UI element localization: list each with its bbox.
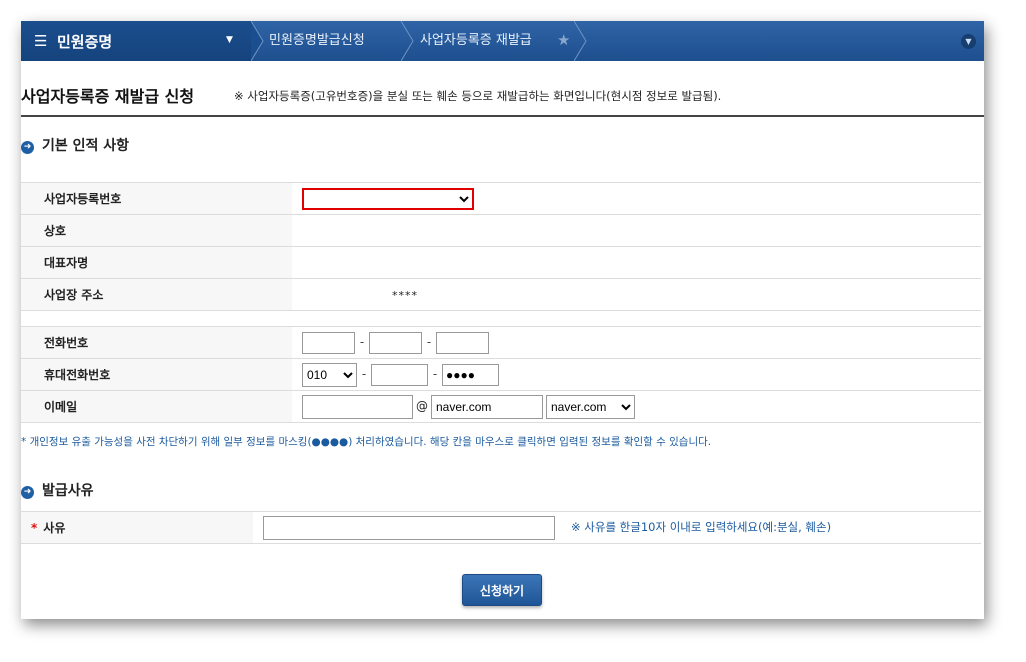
basic-info-table: 사업자등록번호 상호 대표자명 사업장 주소 **** <box>21 182 981 311</box>
reason-input[interactable] <box>263 515 555 540</box>
reason-label-cell: * 사유 <box>21 511 253 544</box>
breadcrumb-item-civil-apply[interactable]: 민원증명발급신청 <box>269 21 365 61</box>
section-heading-basic: ➜ 기본 인적 사항 <box>21 135 129 155</box>
phone-part1-input[interactable] <box>302 331 355 354</box>
dash: - <box>361 367 367 381</box>
table-row: 사업자등록번호 <box>21 182 981 215</box>
bizno-select[interactable] <box>302 187 474 210</box>
arrow-bullet-icon: ➜ <box>21 486 34 499</box>
mobile-cell: 010 - - <box>292 358 981 391</box>
page-title-row: 사업자등록증 재발급 신청 ※ 사업자등록증(고유번호증)을 분실 또는 훼손 … <box>21 81 984 117</box>
reason-table: * 사유 ※ 사유를 한글10자 이내로 입력하세요(예:분실, 훼손) <box>21 511 981 544</box>
ceo-label: 대표자명 <box>21 246 292 279</box>
phone-part2-input[interactable] <box>369 331 422 354</box>
at-sign: @ <box>416 399 428 413</box>
page-description: ※ 사업자등록증(고유번호증)을 분실 또는 훼손 등으로 재발급하는 화면입니… <box>234 89 722 103</box>
address-cell: **** <box>292 278 981 311</box>
contact-table: 전화번호 -- 휴대전화번호 010 -- 이메일 @ naver.com <box>21 326 981 423</box>
dash: - <box>426 335 432 349</box>
reason-cell: ※ 사유를 한글10자 이내로 입력하세요(예:분실, 훼손) <box>253 511 981 544</box>
expand-icon[interactable]: ▼ <box>961 34 976 49</box>
reason-label: 사유 <box>43 521 66 535</box>
table-row: 휴대전화번호 010 - - <box>21 358 981 391</box>
mobile-prefix-select[interactable]: 010 <box>302 362 357 387</box>
top-nav-bar: ☰ 민원증명 ▼ 민원증명발급신청 사업자등록증 재발급 ★ ▼ <box>21 21 984 61</box>
window: ☰ 민원증명 ▼ 민원증명발급신청 사업자등록증 재발급 ★ ▼ 사업자등록증 … <box>21 21 984 619</box>
required-mark: * <box>31 521 38 535</box>
table-row: 이메일 @ naver.com <box>21 390 981 423</box>
arrow-bullet-icon: ➜ <box>21 141 34 154</box>
email-label: 이메일 <box>21 390 292 423</box>
masking-notice: * 개인정보 유출 가능성을 사전 차단하기 위해 일부 정보를 마스킹(●●●… <box>21 436 712 448</box>
table-row: 전화번호 -- <box>21 326 981 359</box>
ceo-value <box>292 246 981 279</box>
menu-dropdown[interactable]: ☰ 민원증명 ▼ <box>21 21 251 61</box>
reason-hint: ※ 사유를 한글10자 이내로 입력하세요(예:분실, 훼손) <box>571 520 832 534</box>
email-cell: @ naver.com <box>292 390 981 423</box>
mobile-mid-input[interactable] <box>371 363 428 386</box>
breadcrumb-separator-icon <box>574 21 587 61</box>
dash: - <box>432 367 438 381</box>
bizno-label: 사업자등록번호 <box>21 182 292 215</box>
table-row: 상호 <box>21 214 981 247</box>
breadcrumb-separator-icon <box>401 21 414 61</box>
email-domain-input[interactable] <box>431 394 543 419</box>
hamburger-icon: ☰ <box>34 32 48 50</box>
table-row: 사업장 주소 **** <box>21 278 981 311</box>
table-row: * 사유 ※ 사유를 한글10자 이내로 입력하세요(예:분실, 훼손) <box>21 511 981 544</box>
section-heading-text: 발급사유 <box>42 483 94 499</box>
section-heading-reason: ➜ 발급사유 <box>21 480 94 500</box>
menu-title: 민원증명 <box>57 33 113 51</box>
section-heading-text: 기본 인적 사항 <box>42 138 130 154</box>
submit-button[interactable]: 신청하기 <box>462 574 542 606</box>
company-value <box>292 214 981 247</box>
phone-cell: -- <box>292 326 981 359</box>
breadcrumb-item-reissue[interactable]: 사업자등록증 재발급 <box>420 21 532 61</box>
caret-down-icon: ▼ <box>226 35 233 45</box>
breadcrumb-separator-icon <box>251 21 264 61</box>
phone-part3-input[interactable] <box>436 331 489 354</box>
bizno-cell <box>292 182 981 215</box>
email-domain-select[interactable]: naver.com <box>546 394 635 419</box>
email-id-input[interactable] <box>302 394 413 419</box>
address-label: 사업장 주소 <box>21 278 292 311</box>
mobile-label: 휴대전화번호 <box>21 358 292 391</box>
dash: - <box>359 335 365 349</box>
phone-label: 전화번호 <box>21 326 292 359</box>
address-value: **** <box>392 288 418 302</box>
company-label: 상호 <box>21 214 292 247</box>
star-icon[interactable]: ★ <box>557 31 570 49</box>
mobile-last-input[interactable] <box>442 363 499 386</box>
page-title: 사업자등록증 재발급 신청 <box>21 87 195 106</box>
table-row: 대표자명 <box>21 246 981 279</box>
